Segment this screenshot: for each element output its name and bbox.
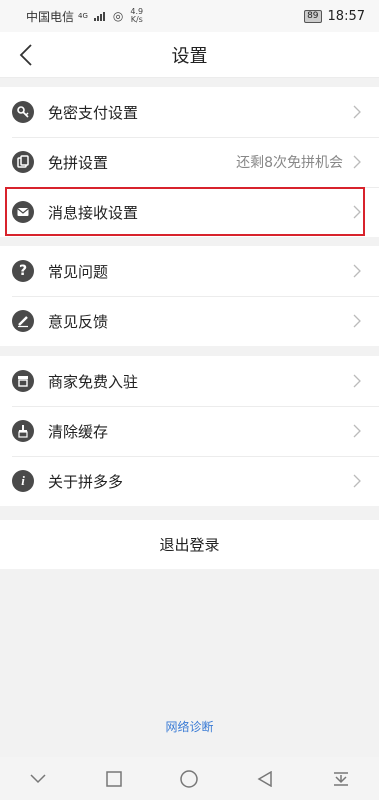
signal-icon [93, 11, 105, 21]
row-label: 免拼设置 [48, 153, 109, 172]
carrier-name: 中国电信 [26, 9, 75, 24]
pencil-icon [12, 310, 34, 332]
nav-home-button[interactable] [175, 765, 203, 793]
back-button[interactable] [14, 40, 38, 70]
clock: 18:57 [327, 8, 365, 24]
row-merchant-join[interactable]: 商家免费入驻 [0, 356, 379, 406]
chevron-right-icon [349, 473, 365, 489]
mail-icon [12, 201, 34, 223]
square-icon [105, 770, 122, 787]
page-title: 设置 [171, 45, 208, 67]
row-label: 免密支付设置 [48, 103, 139, 122]
row-message-settings[interactable]: 消息接收设置 [0, 187, 379, 237]
row-about[interactable]: i 关于拼多多 [0, 456, 379, 506]
row-label: 常见问题 [48, 262, 109, 281]
broom-icon [12, 420, 34, 442]
chevron-left-icon [19, 44, 32, 66]
chevron-right-icon [349, 104, 365, 120]
system-nav-bar [0, 757, 379, 800]
battery-icon: 89 [304, 9, 322, 23]
network-speed: 4.9 K/s [130, 8, 143, 24]
chevron-right-icon [349, 423, 365, 439]
pull-down-icon [334, 771, 349, 786]
hotspot-icon: ◎ [112, 9, 124, 23]
key-icon [12, 101, 34, 123]
settings-group-help: ? 常见问题 意见反馈 [0, 246, 379, 346]
coupon-icon [12, 151, 34, 173]
settings-group-account: 免密支付设置 免拼设置 还剩8次免拼机会 消息接收设置 [0, 87, 379, 237]
chevron-right-icon [349, 204, 365, 220]
settings-group-about: 商家免费入驻 清除缓存 i 关于拼多多 [0, 356, 379, 506]
row-label: 意见反馈 [48, 312, 109, 331]
remaining-count: 还剩8次免拼机会 [236, 155, 343, 171]
chevron-right-icon [349, 373, 365, 389]
row-label: 消息接收设置 [48, 203, 139, 222]
row-feedback[interactable]: 意见反馈 [0, 296, 379, 346]
chevron-right-icon [349, 154, 365, 170]
status-left: 中国电信 4G ◎ 4.9 K/s [26, 8, 143, 25]
row-faq[interactable]: ? 常见问题 [0, 246, 379, 296]
row-clear-cache[interactable]: 清除缓存 [0, 406, 379, 456]
row-label: 商家免费入驻 [48, 372, 139, 391]
chevron-right-icon [349, 313, 365, 329]
row-label: 清除缓存 [48, 422, 109, 441]
header-bar: 设置 [0, 32, 379, 78]
network-diagnosis-link[interactable]: 网络诊断 [0, 718, 379, 735]
circle-icon [180, 769, 199, 788]
nav-notification-button[interactable] [327, 765, 355, 793]
network-type: 4G [78, 12, 88, 20]
status-right: 89 18:57 [304, 9, 365, 24]
status-bar: 中国电信 4G ◎ 4.9 K/s 89 18:57 [0, 0, 379, 32]
nav-back-button[interactable] [251, 765, 279, 793]
chevron-right-icon [349, 263, 365, 279]
row-group-free-settings[interactable]: 免拼设置 还剩8次免拼机会 [0, 137, 379, 187]
row-password-free-payment[interactable]: 免密支付设置 [0, 87, 379, 137]
row-label: 关于拼多多 [48, 472, 124, 491]
question-icon: ? [12, 260, 34, 282]
nav-recents-button[interactable] [100, 765, 128, 793]
chevron-down-icon [30, 773, 46, 783]
triangle-back-icon [257, 770, 273, 787]
nav-hide-button[interactable] [24, 765, 52, 793]
info-icon: i [12, 470, 34, 492]
logout-button[interactable]: 退出登录 [0, 520, 379, 569]
store-icon [12, 370, 34, 392]
speed-unit: K/s [130, 15, 143, 24]
